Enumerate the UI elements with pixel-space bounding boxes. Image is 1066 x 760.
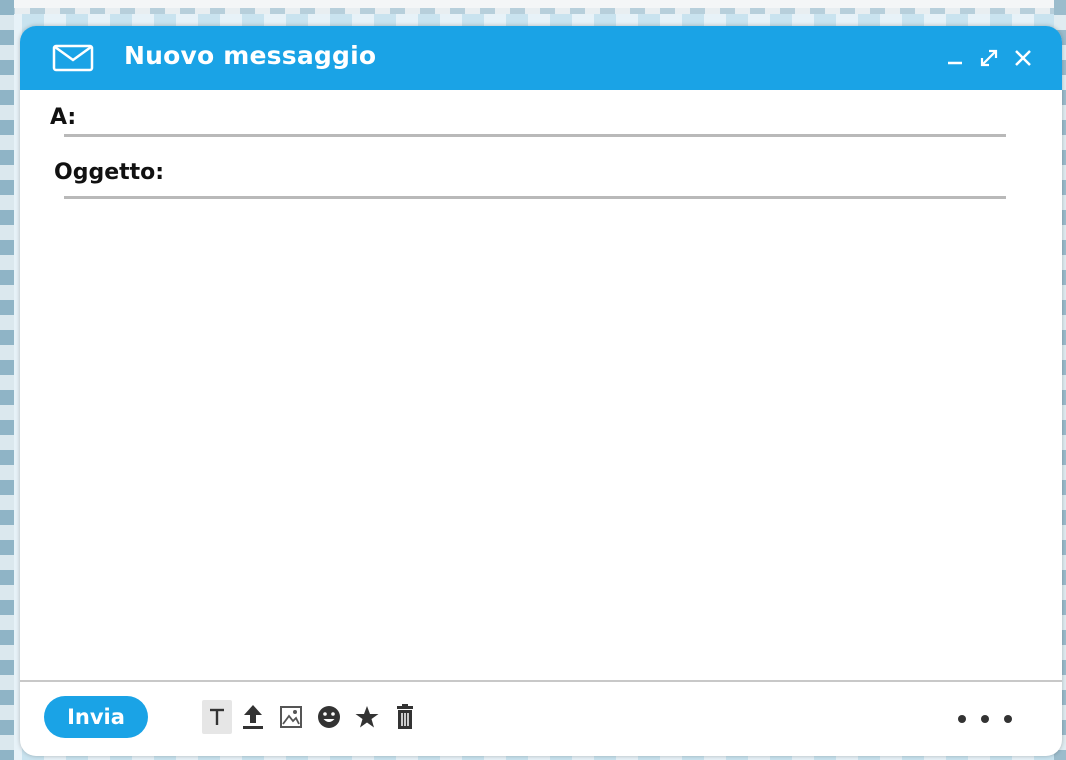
to-input[interactable] [84, 104, 1008, 138]
background-pattern-top [0, 0, 1066, 14]
to-label: A: [50, 105, 77, 130]
text-format-icon[interactable] [202, 700, 232, 734]
minimize-icon[interactable] [938, 41, 972, 75]
message-body[interactable] [50, 212, 1034, 676]
to-divider [64, 134, 1006, 137]
more-dot [1004, 715, 1012, 723]
subject-label: Oggetto: [54, 160, 165, 185]
insert-image-icon[interactable] [274, 700, 308, 734]
send-button[interactable]: Invia [44, 696, 148, 738]
more-dot [958, 715, 966, 723]
subject-divider [64, 196, 1006, 199]
window-controls [938, 40, 1040, 76]
background-pattern-left [0, 0, 14, 760]
trash-icon[interactable] [388, 700, 422, 734]
subject-input[interactable] [184, 159, 1008, 193]
more-dot [981, 715, 989, 723]
envelope-icon [52, 44, 94, 72]
more-options-icon[interactable] [958, 702, 1012, 736]
attach-upload-icon[interactable] [236, 700, 270, 734]
footer-divider [20, 680, 1062, 682]
compose-window: Nuovo messaggio A: Oggetto: Invia [20, 26, 1062, 756]
formatting-toolbar [202, 700, 426, 734]
emoji-icon[interactable] [312, 700, 346, 734]
expand-icon[interactable] [972, 41, 1006, 75]
compose-titlebar: Nuovo messaggio [20, 26, 1062, 90]
close-icon[interactable] [1006, 41, 1040, 75]
star-icon[interactable] [350, 700, 384, 734]
window-title: Nuovo messaggio [124, 41, 377, 70]
